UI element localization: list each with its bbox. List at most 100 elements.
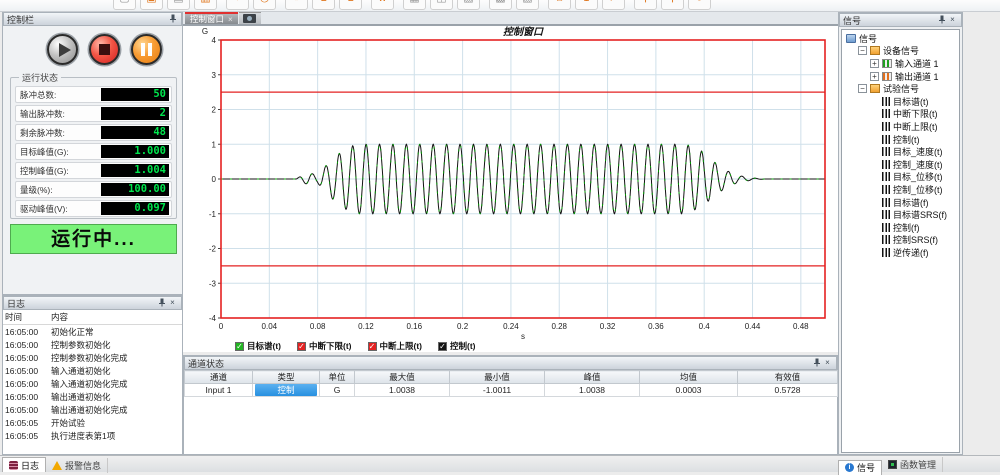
tree-expander-minus-icon[interactable]: − [858, 46, 867, 55]
toolbar-zoom-in-icon[interactable]: ⚲ [634, 0, 657, 10]
toolbar-export-icon[interactable]: ↥ [575, 0, 598, 10]
function-icon [888, 460, 897, 469]
toolbar-level-1-icon[interactable]: L [312, 0, 335, 10]
tab-control-window[interactable]: 控制窗口 × [185, 12, 238, 24]
pin-icon[interactable] [167, 14, 178, 25]
x-tick-label: 0.44 [745, 322, 761, 331]
tree-item[interactable]: −设备信号 [842, 45, 959, 58]
log-time-cell: 16:05:00 [3, 325, 49, 339]
log-row[interactable]: 16:05:00初始化正常 [3, 325, 182, 339]
tree-item[interactable]: 目标_速度(t) [842, 145, 959, 158]
tree-item[interactable]: 控制(f) [842, 221, 959, 234]
log-row[interactable]: 16:05:00控制参数初始化完成 [3, 351, 182, 364]
log-row[interactable]: 16:05:05执行进度表第1项 [3, 429, 182, 442]
toolbar-chart-1-icon[interactable]: ▩ [489, 0, 512, 10]
legend-checkbox[interactable]: ✓ [368, 342, 377, 351]
tree-item[interactable]: 目标谱(t) [842, 95, 959, 108]
tree-item[interactable]: 控制(t) [842, 133, 959, 146]
toolbar-undo-icon[interactable]: ↺ [688, 0, 711, 10]
tree-expander-plus-icon[interactable]: + [870, 72, 879, 81]
tree-item[interactable]: 目标_位移(t) [842, 171, 959, 184]
x-tick-label: 0.28 [551, 322, 567, 331]
tree-item[interactable]: 目标谱(f) [842, 196, 959, 209]
tree-expander-minus-icon[interactable]: − [858, 84, 867, 93]
screenshot-tab[interactable] [239, 12, 261, 24]
legend-checkbox[interactable]: ✓ [235, 342, 244, 351]
channel-type-chip[interactable]: 控制 [255, 384, 317, 396]
tab-close-icon[interactable]: × [228, 15, 233, 24]
tree-item[interactable]: − 试验信号 [842, 82, 959, 95]
tree-item[interactable]: 目标谱SRS(f) [842, 208, 959, 221]
tree-expander-plus-icon[interactable]: + [870, 59, 879, 68]
toolbar-chart-2-icon[interactable]: ▧ [516, 0, 539, 10]
channel-column-header: 峰值 [545, 371, 640, 384]
toolbar-save-all-icon[interactable]: ▥ [194, 0, 217, 10]
status-field-label: 剩余脉冲数: [20, 127, 101, 139]
tree-item[interactable]: 中断下限(t) [842, 108, 959, 121]
close-icon[interactable]: × [947, 15, 958, 26]
log-time-cell: 16:05:00 [3, 351, 49, 364]
tree-item-label: 输出通道 1 [895, 70, 939, 83]
log-row[interactable]: 16:05:00输出通道初始化完成 [3, 403, 182, 416]
log-time-cell: 16:05:00 [3, 377, 49, 390]
pin-icon[interactable] [811, 358, 822, 369]
tree-item[interactable]: 控制_速度(t) [842, 158, 959, 171]
log-row[interactable]: 16:05:00输入通道初始化完成 [3, 377, 182, 390]
x-tick-label: 0.36 [648, 322, 664, 331]
tree-item-label: 控制(f) [893, 221, 920, 234]
log-time-cell: 16:05:00 [3, 338, 49, 351]
toolbar-clock-icon[interactable]: ◷ [253, 0, 276, 10]
log-row[interactable]: 16:05:00控制参数初始化 [3, 338, 182, 351]
channel-row[interactable]: Input 1控制G1.0038-1.00111.00380.00030.572… [185, 384, 838, 397]
tree-item[interactable]: 信号 [842, 32, 959, 45]
log-row[interactable]: 16:05:05开始试验 [3, 416, 182, 429]
tree-item-label: 试验信号 [883, 82, 919, 95]
log-content-cell: 输入通道初始化完成 [49, 377, 182, 390]
pin-icon[interactable] [156, 298, 167, 309]
status-field-label: 量级(%): [20, 184, 101, 196]
control-panel-header: 控制栏 [3, 12, 182, 26]
log-time-cell: 16:05:00 [3, 403, 49, 416]
legend-checkbox[interactable]: ✓ [438, 342, 447, 351]
toolbar-new-icon[interactable]: ▢ [113, 0, 136, 10]
status-field-row: 目标峰值(G):1.000 [15, 143, 172, 160]
close-icon[interactable]: × [167, 298, 178, 309]
pin-icon[interactable] [936, 15, 947, 26]
bottom-right-tab-function[interactable]: 函数管理 [882, 457, 943, 472]
toolbar-star-icon[interactable]: ✦ [226, 0, 249, 10]
stop-button[interactable] [89, 34, 120, 65]
tree-item[interactable]: 控制_位移(t) [842, 183, 959, 196]
log-row[interactable]: 16:05:00输入通道初始化 [3, 364, 182, 377]
toolbar-level-2-icon[interactable]: L [339, 0, 362, 10]
tab-label: 报警信息 [65, 459, 101, 472]
bottom-left-tab-log[interactable]: 日志 [2, 457, 46, 472]
toolbar-grid-3-icon[interactable]: ▨ [457, 0, 480, 10]
toolbar-wav-icon[interactable]: w [371, 0, 394, 10]
toolbar-zoom-out-icon[interactable]: ⚲ [661, 0, 684, 10]
toolbar-grid-2-icon[interactable]: ◫ [430, 0, 453, 10]
toolbar-grid-1-icon[interactable]: ▦ [403, 0, 426, 10]
close-icon[interactable]: × [822, 358, 833, 369]
tree-item-label: 中断下限(t) [893, 107, 938, 120]
tab-label: 函数管理 [900, 458, 936, 471]
status-field-label: 目标峰值(G): [20, 146, 101, 158]
x-tick-label: 0.4 [699, 322, 711, 331]
toolbar-link-1-icon[interactable]: ⌂ [548, 0, 571, 10]
tree-item[interactable]: 控制SRS(f) [842, 234, 959, 247]
tree-item[interactable]: 逆传递(f) [842, 246, 959, 259]
y-tick-label: -3 [209, 279, 217, 288]
left-bottom-tabs: 日志 报警信息 [2, 456, 108, 473]
play-button[interactable] [47, 34, 78, 65]
toolbar-timer-icon[interactable]: ◔ [285, 0, 308, 10]
tree-item[interactable]: 中断上限(t) [842, 120, 959, 133]
toolbar-pop-out-icon[interactable]: ↗ [602, 0, 625, 10]
tree-item[interactable]: +输入通道 1 [842, 57, 959, 70]
pause-button[interactable] [131, 34, 162, 65]
tree-item[interactable]: + 输出通道 1 [842, 70, 959, 83]
toolbar-open-icon[interactable]: ▣ [140, 0, 163, 10]
bottom-right-tab-info[interactable]: i信号 [838, 460, 882, 475]
legend-checkbox[interactable]: ✓ [297, 342, 306, 351]
toolbar-save-icon[interactable]: ▤ [167, 0, 190, 10]
log-row[interactable]: 16:05:00输出通道初始化 [3, 390, 182, 403]
bottom-left-tab-warning[interactable]: 报警信息 [46, 458, 108, 473]
